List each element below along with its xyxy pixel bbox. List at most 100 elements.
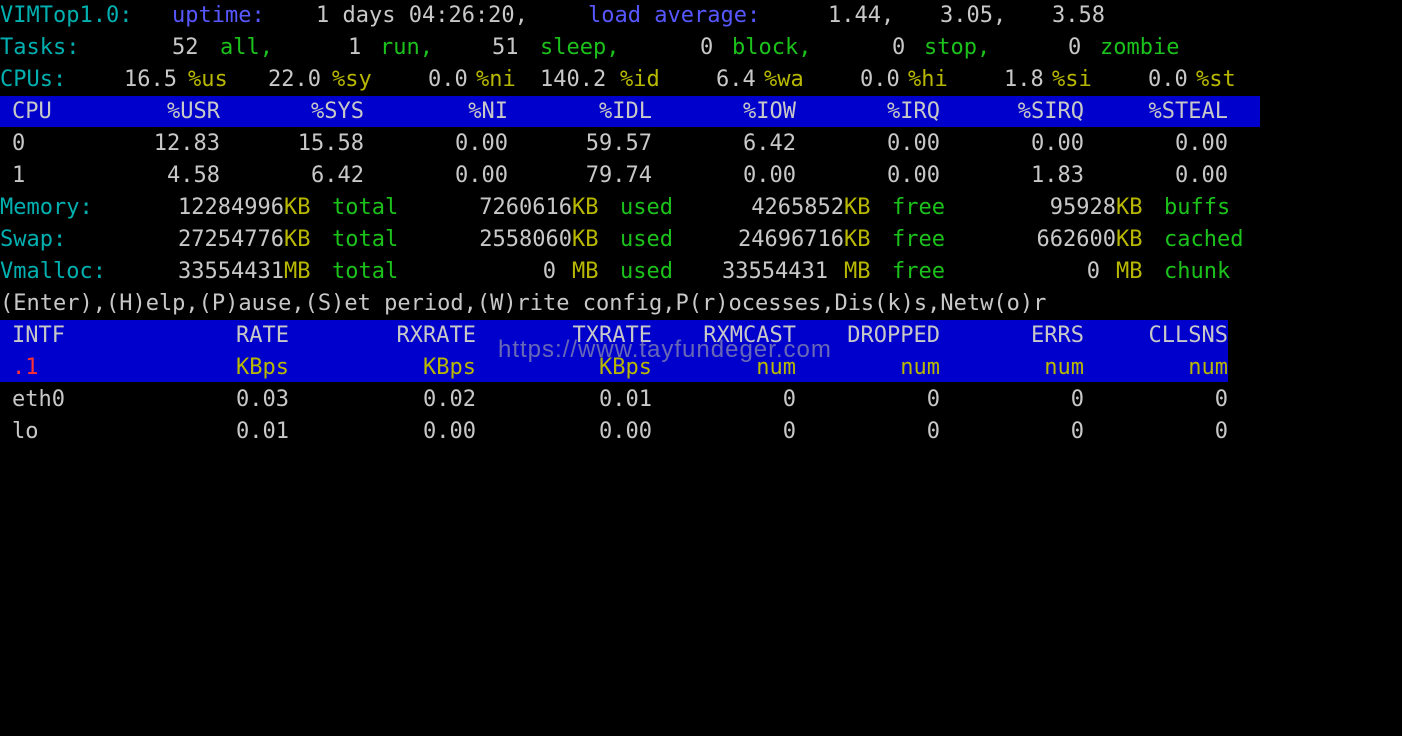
vmalloc-chunk-unit: MB	[1116, 259, 1143, 284]
tasks-line: Tasks: 52 all, 1 run, 51 sleep, 0 block,…	[0, 32, 1402, 64]
load-1min: 1.44,	[828, 3, 895, 28]
net-rate: 0.01	[236, 419, 289, 444]
uptime-value: 1 days 04:26:20,	[316, 3, 528, 28]
app-name: VIMTop1.0:	[0, 3, 133, 28]
net-rate: 0.03	[236, 387, 289, 412]
memory-free-label: free	[892, 195, 945, 220]
cpu-irq: 0.00	[887, 163, 940, 188]
swap-line: Swap: 27254776 KB total 2558060 KB used …	[0, 224, 1402, 256]
vmalloc-line: Vmalloc: 33554431 MB total 0 MB used 335…	[0, 256, 1402, 288]
tasks-sleep-label: sleep,	[540, 35, 620, 60]
net-rxrate: 0.02	[423, 387, 476, 412]
net-table-row: lo 0.01 0.00 0.00 0 0 0 0	[0, 416, 1402, 448]
vimtop-terminal[interactable]: VIMTop1.0: uptime: 1 days 04:26:20, load…	[0, 0, 1402, 700]
cpu-irq: 0.00	[887, 131, 940, 156]
swap-cached-label: cached	[1164, 227, 1244, 252]
swap-cached-value: 662600	[1036, 227, 1116, 252]
vmalloc-total-unit: MB	[284, 259, 311, 284]
vmalloc-free-value: 33554431	[722, 259, 828, 284]
net-dropped: 0	[926, 387, 940, 412]
tasks-zombie-label: zombie	[1100, 35, 1180, 60]
memory-total-label: total	[332, 195, 399, 220]
vmalloc-chunk-label: chunk	[1164, 259, 1231, 284]
cpu-sy-label: %sy	[332, 67, 372, 92]
net-cllsns: 0	[1214, 419, 1228, 444]
cpu-ni: 0.00	[455, 131, 508, 156]
cpu-id: 0	[12, 131, 26, 156]
net-rxmcast: 0	[782, 387, 796, 412]
swap-used-unit: KB	[572, 227, 599, 252]
memory-total-unit: KB	[284, 195, 311, 220]
cllsns-col-header: CLLSNS	[1148, 323, 1228, 348]
swap-free-unit: KB	[844, 227, 871, 252]
cpu-wa-value: 6.4	[716, 67, 756, 92]
irq-col-header: %IRQ	[887, 99, 940, 124]
command-help-line[interactable]: (Enter),(H)elp,(P)ause,(S)et period,(W)r…	[0, 288, 1402, 320]
memory-buffs-label: buffs	[1164, 195, 1231, 220]
cpu-si-value: 1.8	[1004, 67, 1044, 92]
memory-used-label: used	[620, 195, 673, 220]
load-5min: 3.05,	[940, 3, 1007, 28]
vmalloc-free-unit: MB	[844, 259, 871, 284]
net-table-row: eth0 0.03 0.02 0.01 0 0 0 0	[0, 384, 1402, 416]
load-average-label: load average:	[588, 3, 761, 28]
steal-col-header: %STEAL	[1148, 99, 1228, 124]
memory-label: Memory:	[0, 195, 93, 220]
cpu-usr: 12.83	[153, 131, 220, 156]
tasks-stop-value: 0	[892, 35, 906, 60]
memory-used-value: 7260616	[479, 195, 572, 220]
rxrate-unit: KBps	[423, 355, 476, 380]
memory-free-value: 4265852	[751, 195, 844, 220]
cpus-label: CPUs:	[0, 67, 67, 92]
command-help-text: (Enter),(H)elp,(P)ause,(S)et period,(W)r…	[0, 291, 1047, 316]
rate-unit: KBps	[236, 355, 289, 380]
swap-total-value: 27254776	[178, 227, 284, 252]
memory-buffs-value: 95928	[1049, 195, 1116, 220]
net-intf: lo	[12, 419, 39, 444]
cpu-usr: 4.58	[167, 163, 220, 188]
cpu-table-header: CPU %USR %SYS %NI %IDL %IOW %IRQ %SIRQ %…	[0, 96, 1402, 128]
memory-used-unit: KB	[572, 195, 599, 220]
swap-free-value: 24696716	[738, 227, 844, 252]
swap-total-unit: KB	[284, 227, 311, 252]
memory-buffs-unit: KB	[1116, 195, 1143, 220]
watermark: https://www.tayfundeger.com	[498, 336, 832, 363]
cpu-sys: 6.42	[311, 163, 364, 188]
cpu-id-label: %id	[620, 67, 660, 92]
cpu-si-label: %si	[1052, 67, 1092, 92]
cpu-sy-value: 22.0	[268, 67, 321, 92]
tasks-run-value: 1	[348, 35, 362, 60]
net-errs: 0	[1070, 419, 1084, 444]
dropped-unit: num	[900, 355, 940, 380]
intf-unit: .1	[12, 355, 39, 380]
tasks-block-value: 0	[700, 35, 714, 60]
cpu-us-label: %us	[188, 67, 228, 92]
rxrate-col-header: RXRATE	[396, 323, 476, 348]
swap-label: Swap:	[0, 227, 67, 252]
cpu-table-row: 0 12.83 15.58 0.00 59.57 6.42 0.00 0.00 …	[0, 128, 1402, 160]
cpu-steal: 0.00	[1175, 163, 1228, 188]
cpu-ni-label: %ni	[476, 67, 516, 92]
idl-col-header: %IDL	[599, 99, 652, 124]
cpu-hi-value: 0.0	[860, 67, 900, 92]
cpu-id: 1	[12, 163, 26, 188]
cpu-sys: 15.58	[297, 131, 364, 156]
rate-col-header: RATE	[236, 323, 289, 348]
swap-used-label: used	[620, 227, 673, 252]
sirq-col-header: %SIRQ	[1017, 99, 1084, 124]
memory-total-value: 12284996	[178, 195, 284, 220]
memory-line: Memory: 12284996 KB total 7260616 KB use…	[0, 192, 1402, 224]
vmalloc-total-label: total	[332, 259, 399, 284]
cpu-wa-label: %wa	[764, 67, 804, 92]
cpus-line: CPUs: 16.5 %us 22.0 %sy 0.0 %ni 140.2 %i…	[0, 64, 1402, 96]
vmalloc-total-value: 33554431	[178, 259, 284, 284]
net-dropped: 0	[926, 419, 940, 444]
cpu-ni: 0.00	[455, 163, 508, 188]
usr-col-header: %USR	[167, 99, 220, 124]
sys-col-header: %SYS	[311, 99, 364, 124]
vmalloc-used-unit: MB	[572, 259, 599, 284]
cpu-id-value: 140.2	[540, 67, 607, 92]
net-rxmcast: 0	[782, 419, 796, 444]
swap-cached-unit: KB	[1116, 227, 1143, 252]
dropped-col-header: DROPPED	[847, 323, 940, 348]
